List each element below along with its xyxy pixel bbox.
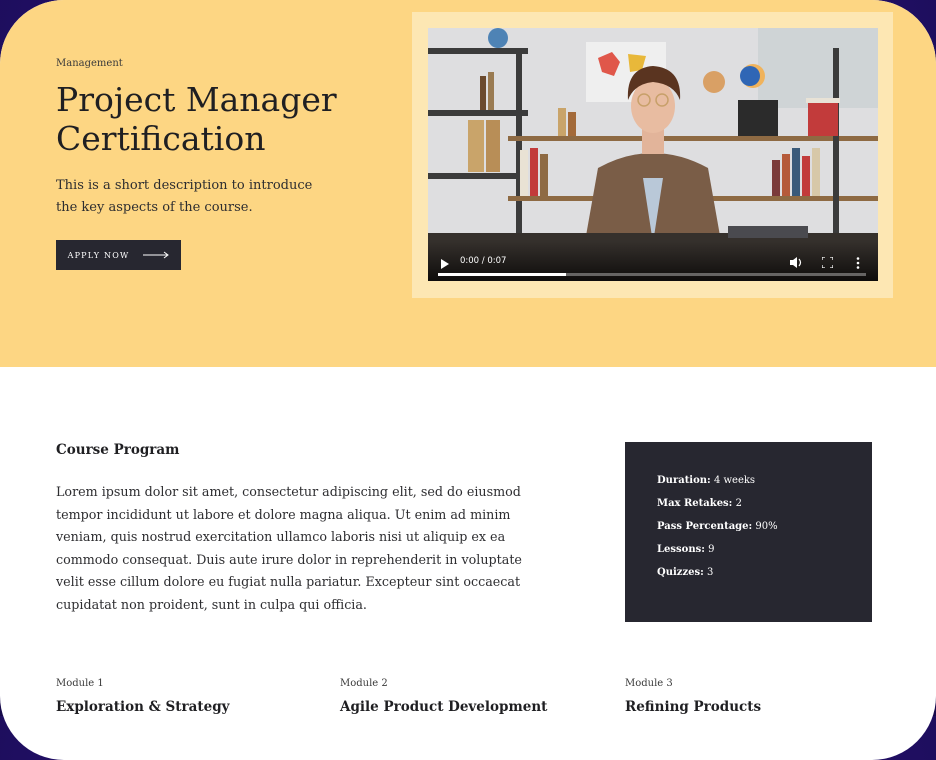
hero-section: Management Project Manager Certification…	[0, 0, 936, 367]
more-options-icon[interactable]	[856, 257, 860, 269]
course-stats-panel: Duration: 4 weeks Max Retakes: 2 Pass Pe…	[625, 442, 872, 622]
video-progress-fill	[438, 273, 567, 276]
stat-max-retakes: Max Retakes: 2	[657, 498, 742, 509]
course-program-text: Lorem ipsum dolor sit amet, consectetur …	[56, 484, 522, 612]
module-name: Exploration & Strategy	[56, 699, 230, 715]
module-label: Module 1	[56, 678, 104, 689]
video-controls: 0:00 / 0:07	[428, 241, 878, 281]
module-card[interactable]: Module 2 Agile Product Development	[340, 678, 590, 715]
stat-pass-percentage: Pass Percentage: 90%	[657, 521, 778, 532]
course-description: This is a short description to introduce…	[56, 178, 313, 215]
module-label: Module 3	[625, 678, 673, 689]
video-player[interactable]: 0:00 / 0:07	[428, 28, 878, 281]
arrow-right-icon	[143, 251, 170, 259]
module-card[interactable]: Module 3 Refining Products	[625, 678, 875, 715]
apply-now-button[interactable]: APPLY NOW	[56, 240, 181, 270]
course-program-heading: Course Program	[56, 442, 180, 458]
page-frame: Management Project Manager Certification…	[0, 0, 936, 760]
apply-now-label: APPLY NOW	[67, 250, 130, 260]
module-name: Refining Products	[625, 699, 762, 715]
volume-icon[interactable]	[790, 257, 802, 268]
stat-quizzes: Quizzes: 3	[657, 567, 714, 578]
video-time: 0:00 / 0:07	[460, 256, 507, 266]
play-icon[interactable]	[440, 259, 450, 269]
course-category: Management	[56, 58, 123, 69]
stat-lessons: Lessons: 9	[657, 544, 715, 555]
module-card[interactable]: Module 1 Exploration & Strategy	[56, 678, 306, 715]
module-label: Module 2	[340, 678, 388, 689]
module-name: Agile Product Development	[340, 699, 548, 715]
stat-duration: Duration: 4 weeks	[657, 475, 756, 486]
course-title: Project Manager Certification	[56, 80, 337, 158]
video-progress-bar[interactable]	[438, 273, 866, 276]
fullscreen-icon[interactable]	[822, 257, 833, 268]
